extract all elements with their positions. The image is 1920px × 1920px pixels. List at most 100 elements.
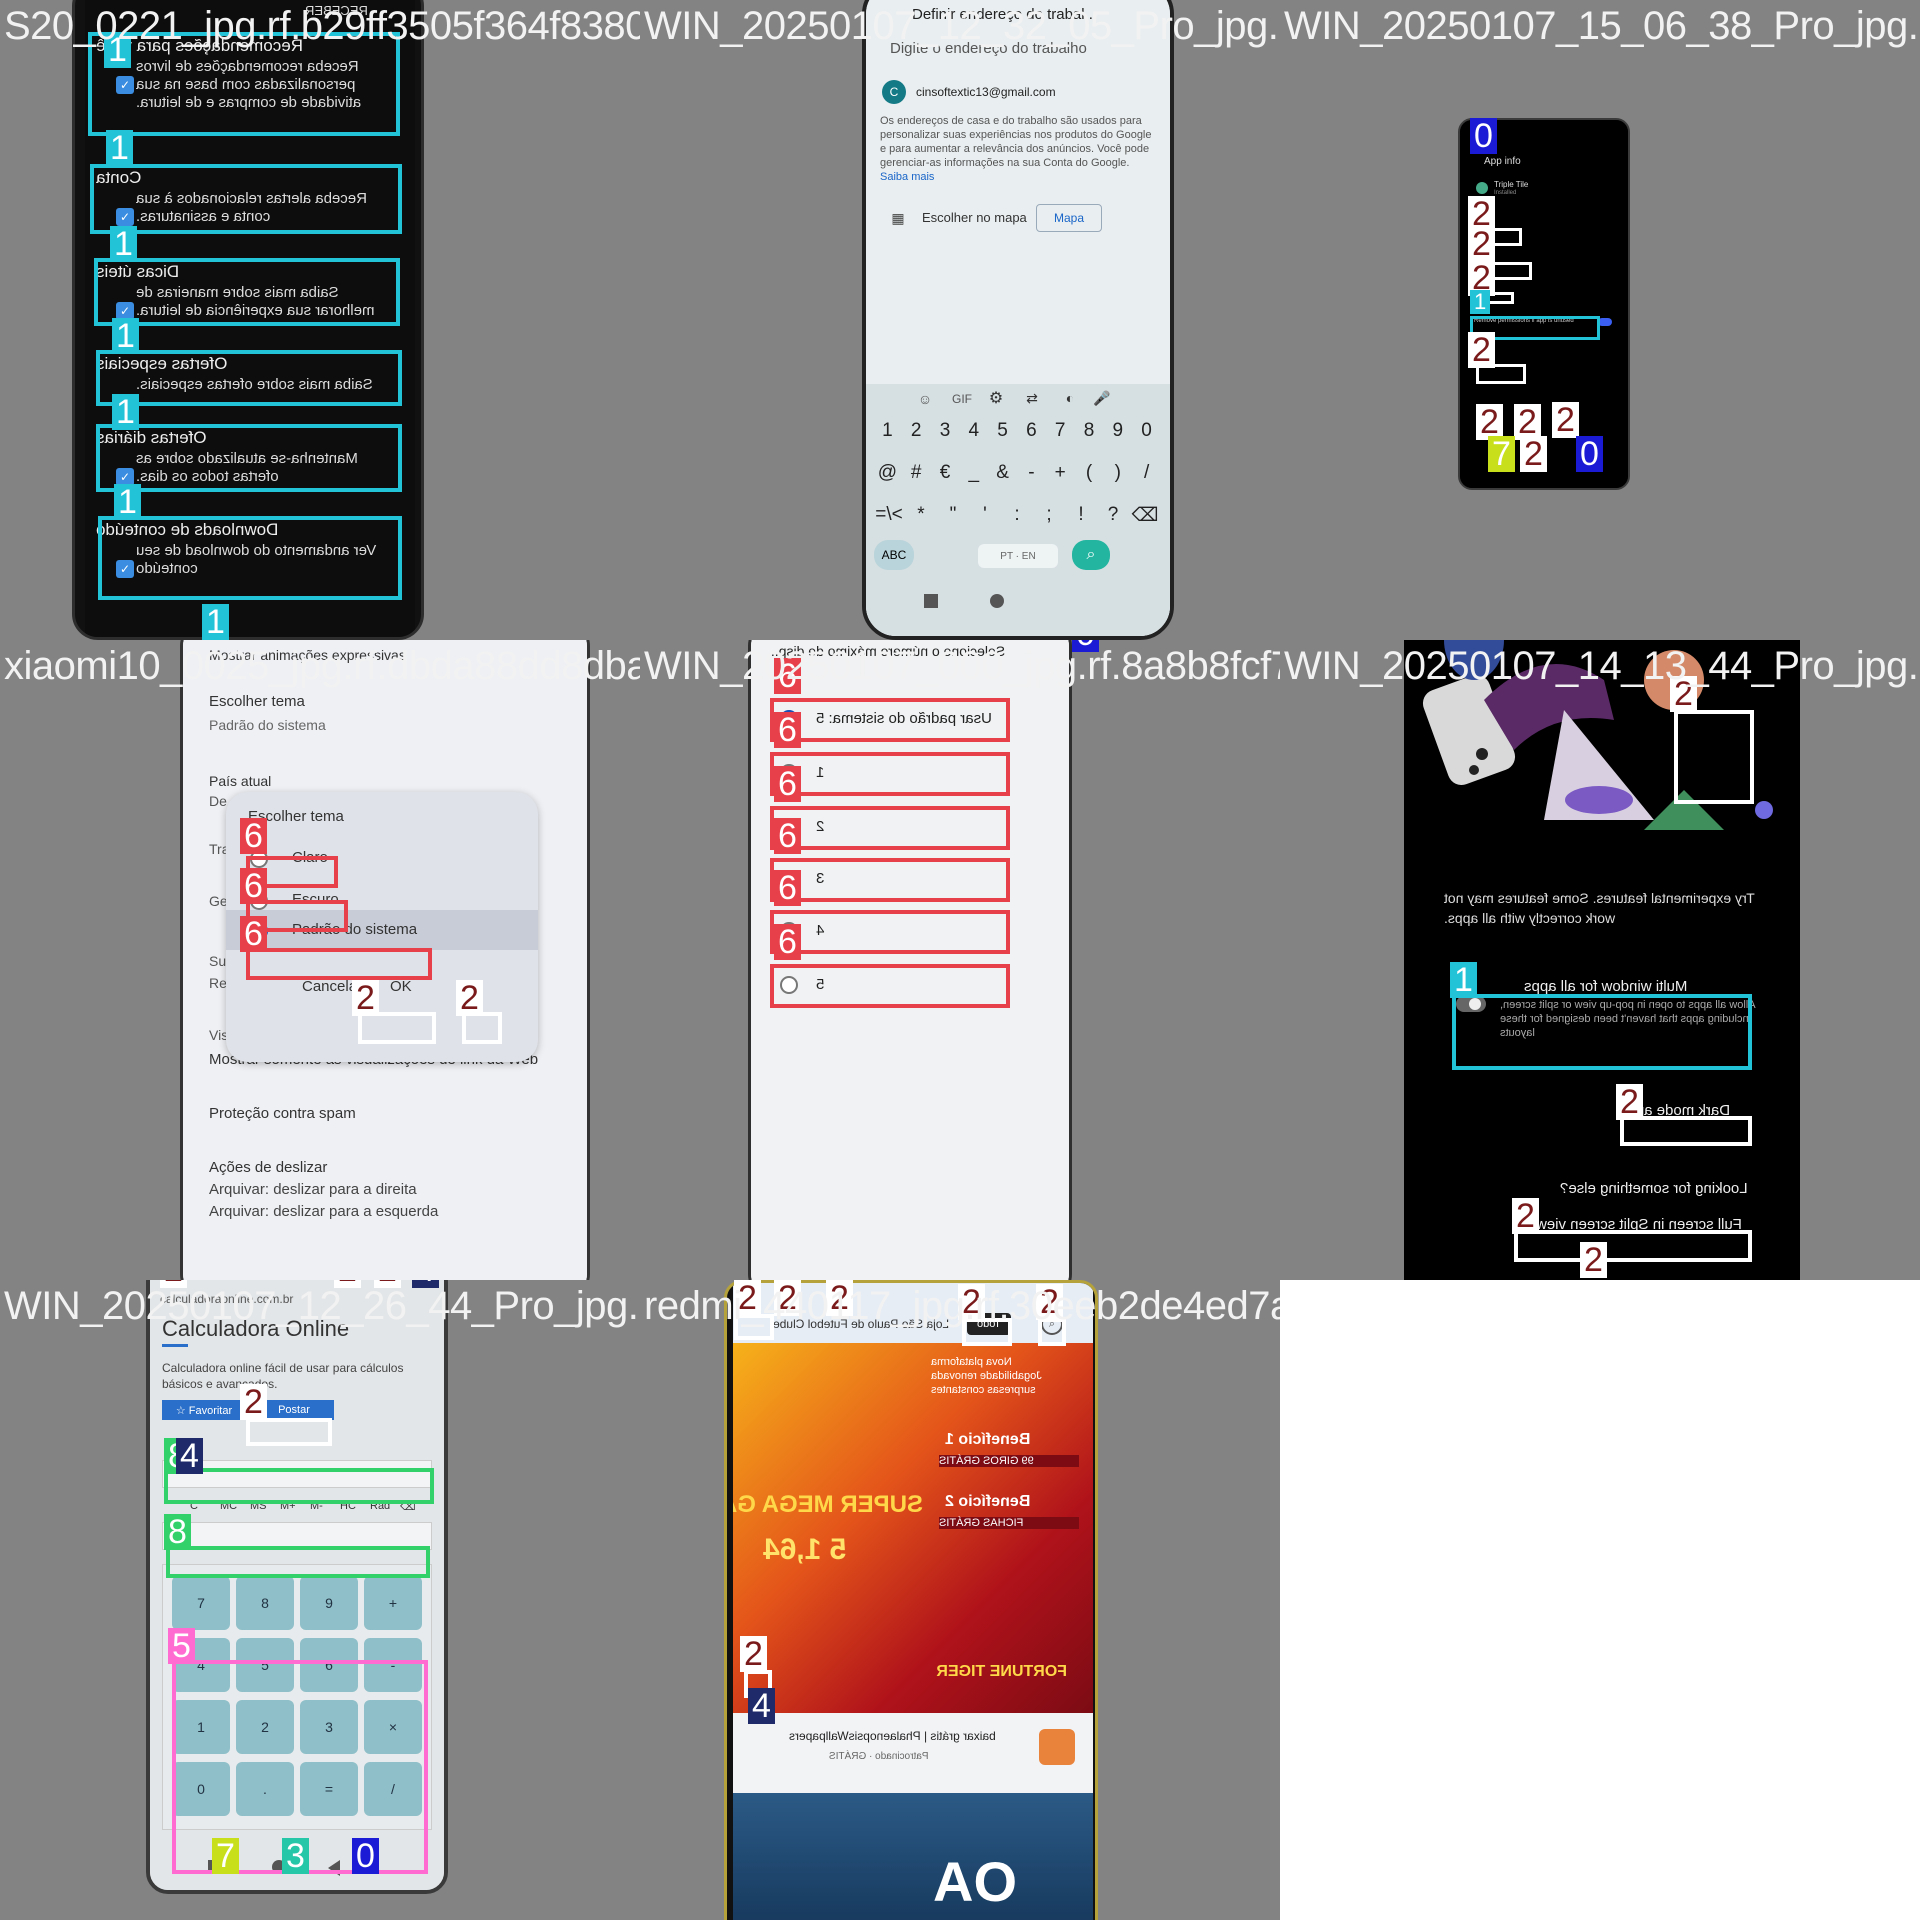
page-desc: Calculadora online fácil de usar para cá… xyxy=(162,1361,404,1391)
keyboard-key[interactable]: 5 xyxy=(989,414,1016,448)
keyboard-key[interactable]: ; xyxy=(1034,498,1064,532)
benefit-2: Benefício 2 xyxy=(945,1493,1031,1510)
bbox-cls1 xyxy=(98,516,402,600)
palette-icon[interactable]: ◐ xyxy=(1060,388,1080,408)
keyboard-key[interactable]: : xyxy=(1002,498,1032,532)
class-tag: 2 xyxy=(352,980,379,1016)
keyboard-key[interactable]: @ xyxy=(874,456,901,490)
keyboard-key[interactable]: 4 xyxy=(960,414,987,448)
map-button-label: Mapa xyxy=(1053,211,1085,225)
keyboard-key[interactable]: + xyxy=(1047,456,1074,490)
news-image-text: AO xyxy=(933,1850,1017,1913)
bbox-cls1 xyxy=(96,350,402,406)
class-tag: 7 xyxy=(212,1838,239,1874)
keyboard-key[interactable]: ' xyxy=(970,498,1000,532)
class-tag: 6 xyxy=(774,870,801,906)
ad-line: Nova plataforma xyxy=(931,1356,1012,1368)
tile-7: calculadoraonline.com.br Calculadora Onl… xyxy=(0,1280,640,1920)
keyboard-key[interactable]: - xyxy=(1018,456,1045,490)
tile-name: WIN_20250107_15_06_38_Pro_jpg.rf xyxy=(1284,4,1920,48)
keyboard-key[interactable]: 1 xyxy=(874,414,901,448)
bbox-cls6 xyxy=(770,806,1010,850)
keyboard-key[interactable]: / xyxy=(1133,456,1160,490)
abc-key[interactable]: ABC xyxy=(874,540,914,570)
tile-name: WIN_20250107_14_13_44_Pro_jpg.rf xyxy=(1284,644,1920,688)
bbox-cls2 xyxy=(1674,710,1754,804)
title-underline xyxy=(162,1344,188,1347)
search-key[interactable]: ⌕ xyxy=(1072,540,1110,570)
keyboard-key[interactable]: 8 xyxy=(1076,414,1103,448)
keyboard-key[interactable]: € xyxy=(932,456,959,490)
keyboard-key[interactable]: _ xyxy=(960,456,987,490)
setting-fragment: De xyxy=(209,793,227,809)
home-button[interactable] xyxy=(990,594,1004,608)
sponsored-title[interactable]: baixar grátis | PhalaenopsisWallpapers xyxy=(789,1729,1029,1743)
choose-on-map[interactable]: Escolher no mapa xyxy=(922,210,1027,225)
keyboard-key[interactable]: 3 xyxy=(932,414,959,448)
bbox-cls6 xyxy=(770,858,1010,902)
translate-icon[interactable]: ⇄ xyxy=(1022,388,1042,408)
news-image[interactable] xyxy=(733,1793,1093,1920)
class-tag: 1 xyxy=(112,318,139,354)
app-info-title: App info xyxy=(1484,156,1521,167)
keyboard-key[interactable]: " xyxy=(938,498,968,532)
class-tag: 1 xyxy=(112,394,139,430)
bbox-cls6 xyxy=(770,752,1010,796)
ad-title: SUPER MEGA GANHO xyxy=(733,1491,923,1518)
abc-key-label: ABC xyxy=(881,548,907,562)
map-button[interactable]: Mapa xyxy=(1036,204,1102,232)
keyboard-key[interactable]: ( xyxy=(1076,456,1103,490)
tile-name: xiaomi10_0025_jpg.rf.dbda88dd8dbaeaa0ae4 xyxy=(4,644,640,688)
tile-name: S20_0221_jpg.rf.b29ff3505f364f83802f2f6 xyxy=(4,4,640,48)
settings-icon[interactable]: ⚙ xyxy=(986,388,1006,408)
bbox-cls6 xyxy=(770,964,1010,1008)
tile-5: Selecione o número máximo de disp... 6 Us… xyxy=(640,640,1280,1280)
keyboard-key[interactable]: 6 xyxy=(1018,414,1045,448)
gif-button[interactable]: GIF xyxy=(952,392,972,406)
setting-fragment: Su xyxy=(209,953,227,969)
class-tag: 4 xyxy=(748,1688,775,1724)
class-tag: 8 xyxy=(164,1514,191,1550)
calc-key[interactable]: 7 xyxy=(172,1576,230,1630)
keyboard-key[interactable]: ⌫ xyxy=(1130,498,1160,532)
tile-2: Definir endereço do trabal... Digite o e… xyxy=(640,0,1280,640)
class-tag: 2 xyxy=(1468,226,1495,262)
class-tag: 2 xyxy=(456,980,483,1016)
keyboard-key[interactable]: # xyxy=(903,456,930,490)
calc-key[interactable]: + xyxy=(364,1576,422,1630)
keyboard-key[interactable]: 7 xyxy=(1047,414,1074,448)
calc-key[interactable]: 8 xyxy=(236,1576,294,1630)
sticker-icon[interactable]: ☺ xyxy=(916,390,934,408)
keyboard-key[interactable]: 2 xyxy=(903,414,930,448)
space-key[interactable]: PT · EN xyxy=(978,544,1058,568)
keyboard-key[interactable]: ? xyxy=(1098,498,1128,532)
class-tag: 6 xyxy=(240,916,267,952)
sponsored-sub: Patrocinado · GRÁTIS xyxy=(829,1751,929,1762)
class-tag: 2 xyxy=(1616,1084,1643,1120)
keyboard-key[interactable]: 9 xyxy=(1104,414,1131,448)
keyboard-key[interactable]: 0 xyxy=(1133,414,1160,448)
recents-button[interactable] xyxy=(924,594,938,608)
keyboard-key[interactable]: & xyxy=(989,456,1016,490)
class-tag: 4 xyxy=(176,1438,203,1474)
tile-name: WIN_20250107_12_26_44_Pro_jpg.rf xyxy=(4,1284,640,1328)
learn-more-link[interactable]: Saiba mais xyxy=(880,171,934,183)
keyboard-key[interactable]: ) xyxy=(1104,456,1131,490)
benefit-1: Benefício 1 xyxy=(945,1431,1031,1448)
mic-icon[interactable]: 🎤 xyxy=(1092,388,1112,408)
bbox-cls2 xyxy=(1620,1116,1752,1146)
calc-key[interactable]: 9 xyxy=(300,1576,358,1630)
keyboard-key[interactable]: =\< xyxy=(874,498,904,532)
benefit-2-sub: FICHAS GRÁTIS xyxy=(939,1517,1079,1529)
favorite-label: ☆ Favoritar xyxy=(175,1404,233,1417)
keyboard-key[interactable]: ! xyxy=(1066,498,1096,532)
account-email: cinsoftextic13@gmail.com xyxy=(916,85,1056,99)
setting-title: Escolher tema xyxy=(209,693,305,710)
favorite-button[interactable]: ☆ Favoritar xyxy=(162,1400,246,1420)
info-body: Os endereços de casa e do trabalho são u… xyxy=(880,115,1152,169)
class-tag: 1 xyxy=(114,484,141,520)
keyboard-key[interactable]: * xyxy=(906,498,936,532)
permission-toggle[interactable] xyxy=(1598,318,1612,326)
tile-name: WIN_20250107_12_32_05_Pro_jpg.rf xyxy=(644,4,1280,48)
ok-button[interactable]: OK xyxy=(390,978,412,995)
